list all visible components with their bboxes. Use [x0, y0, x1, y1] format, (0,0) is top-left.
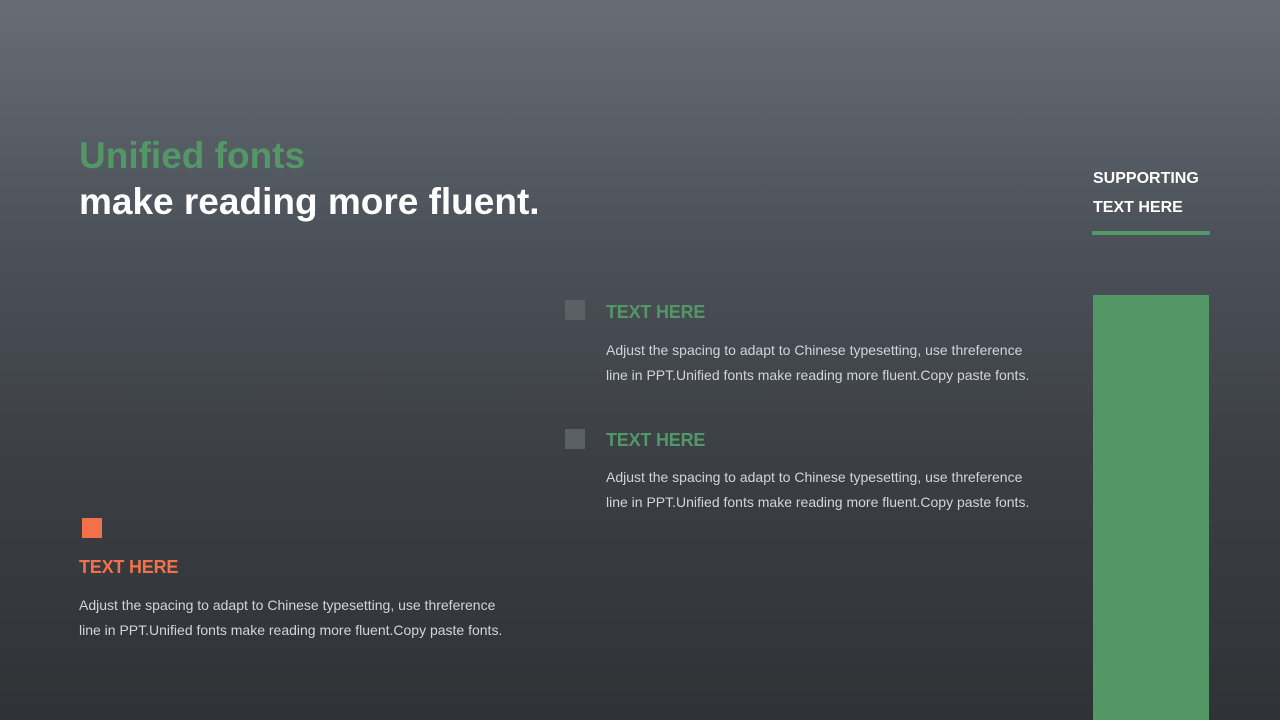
- item-marker-square-orange: [82, 518, 102, 538]
- item-body-line: Adjust the spacing to adapt to Chinese t…: [606, 342, 1023, 358]
- item-body-line: line in PPT.Unified fonts make reading m…: [606, 367, 1030, 383]
- supporting-underline: [1092, 231, 1210, 235]
- green-accent-bar: [1093, 295, 1209, 720]
- item-heading: TEXT HERE: [79, 557, 179, 577]
- item-heading: TEXT HERE: [606, 302, 706, 322]
- item-body-line: line in PPT.Unified fonts make reading m…: [606, 494, 1030, 510]
- supporting-text-line2: TEXT HERE: [1093, 199, 1183, 216]
- title-main: make reading more fluent.: [79, 181, 540, 222]
- item-body: Adjust the spacing to adapt to Chinese t…: [606, 465, 1046, 515]
- item-body-line: line in PPT.Unified fonts make reading m…: [79, 622, 503, 638]
- title-highlight: Unified fonts: [79, 135, 306, 176]
- item-body: Adjust the spacing to adapt to Chinese t…: [606, 338, 1046, 388]
- item-body-line: Adjust the spacing to adapt to Chinese t…: [79, 597, 496, 613]
- supporting-text: SUPPORTING TEXT HERE: [1093, 164, 1253, 222]
- item-heading: TEXT HERE: [606, 430, 706, 450]
- item-body: Adjust the spacing to adapt to Chinese t…: [79, 593, 519, 643]
- supporting-text-line1: SUPPORTING: [1093, 170, 1199, 187]
- item-marker-square: [565, 300, 585, 320]
- item-body-line: Adjust the spacing to adapt to Chinese t…: [606, 469, 1023, 485]
- item-marker-square: [565, 429, 585, 449]
